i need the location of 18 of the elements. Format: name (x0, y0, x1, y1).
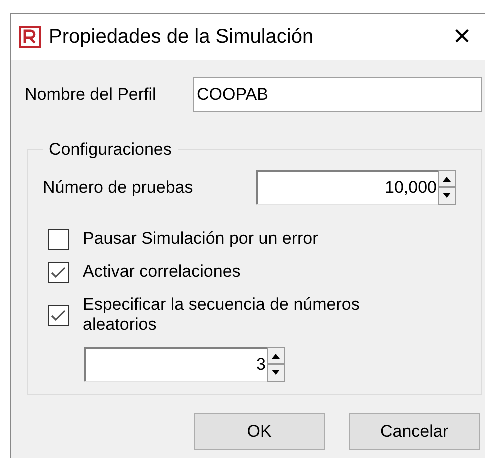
spinner-arrows-icon[interactable] (267, 347, 285, 382)
spinner-arrows-icon[interactable] (438, 170, 456, 205)
seed-field[interactable]: 3 (84, 347, 267, 382)
checkbox[interactable] (48, 229, 69, 250)
checkbox-label: Pausar Simulación por un error (83, 229, 320, 249)
close-button[interactable]: × (449, 22, 475, 52)
field-label: Nombre del Perfil (25, 84, 158, 106)
profile-name-field[interactable]: COOPAB (193, 77, 482, 112)
checkbox-label: Especificar la secuencia de números aleatorios (83, 295, 361, 335)
trials-field[interactable]: 10,000 (256, 170, 438, 205)
checkbox-label: Activar correlaciones (83, 262, 242, 282)
checkbox[interactable] (48, 262, 69, 283)
ok-button[interactable]: OK (194, 413, 325, 450)
checkbox[interactable] (48, 305, 69, 326)
window-title: Propiedades de la Simulación (49, 25, 315, 50)
app-logo-icon (19, 26, 41, 48)
field-label: Número de pruebas (43, 176, 194, 199)
cancel-button[interactable]: Cancelar (349, 413, 480, 450)
